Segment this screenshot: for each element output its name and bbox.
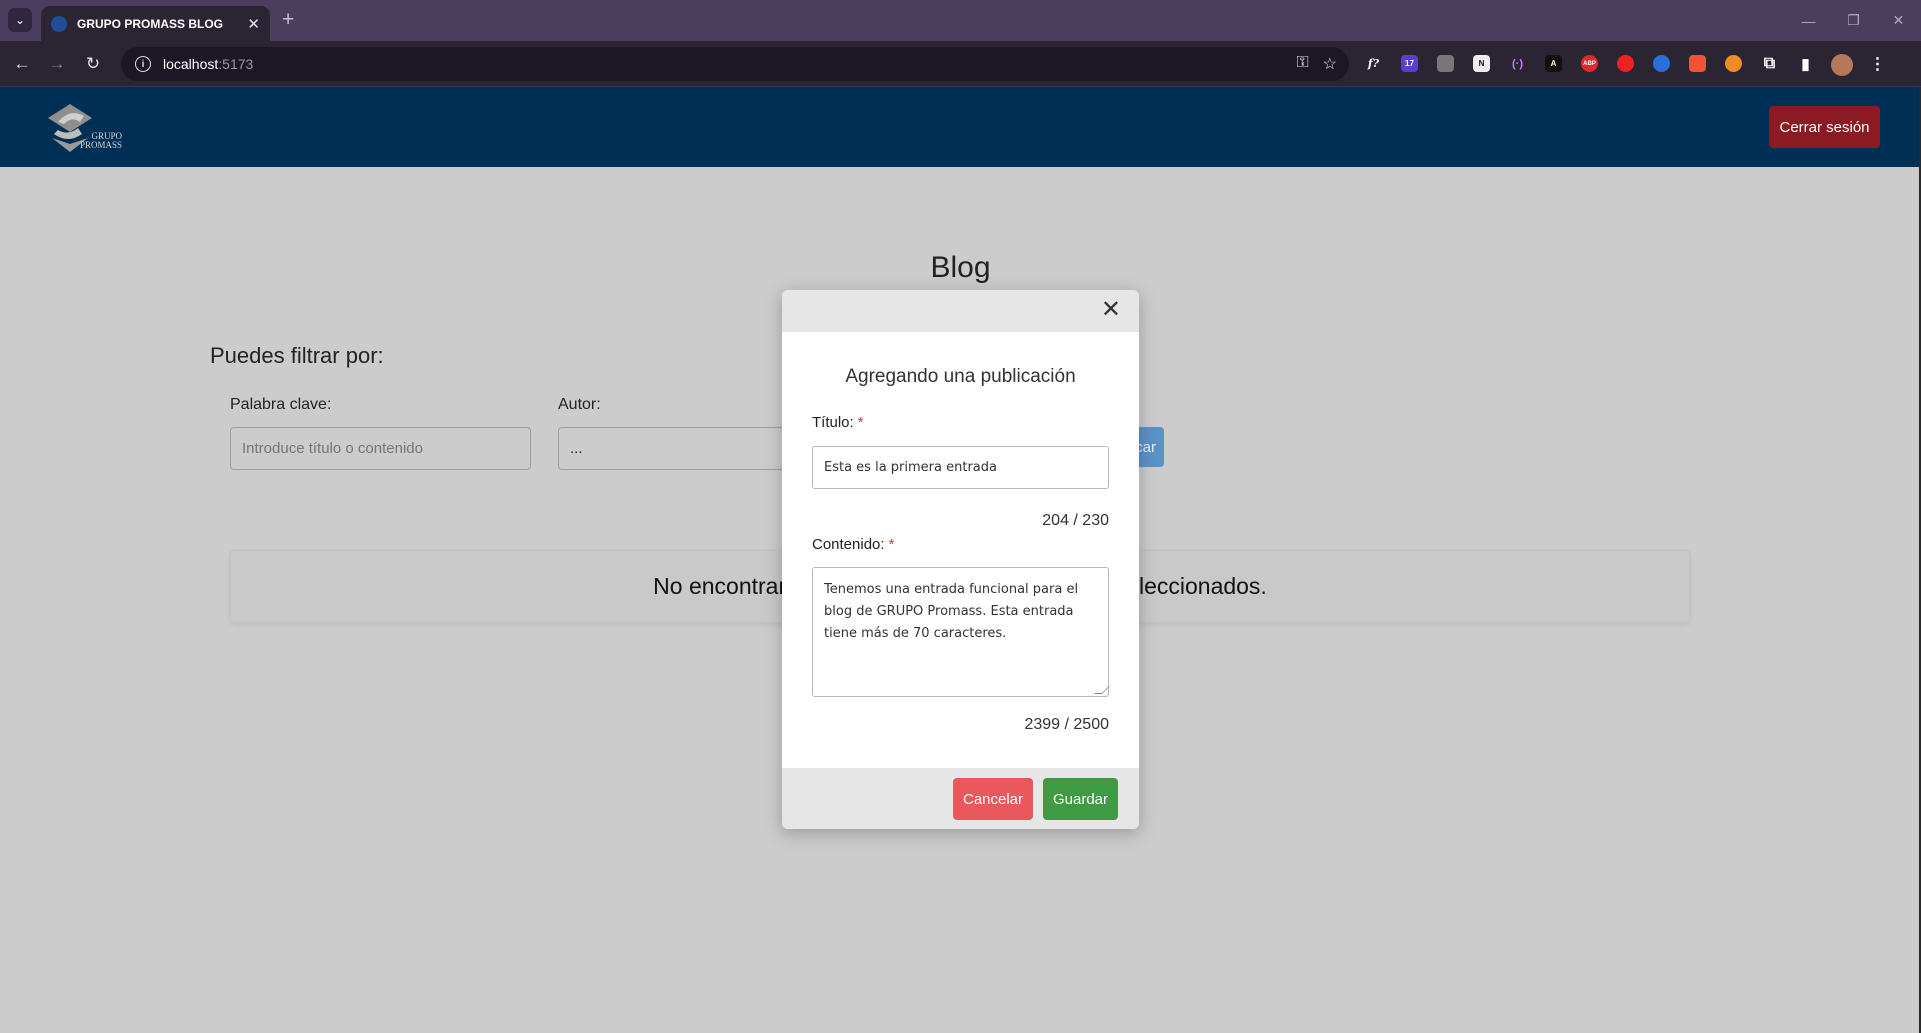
keyword-label: Palabra clave:: [230, 396, 332, 413]
modal-close-icon[interactable]: ✕: [1101, 298, 1121, 322]
forward-icon[interactable]: →: [44, 51, 70, 77]
tab-close-icon[interactable]: ✕: [247, 15, 260, 33]
reload-icon[interactable]: ↻: [80, 51, 106, 77]
cancel-button[interactable]: Cancelar: [953, 778, 1033, 820]
window-close-icon[interactable]: ✕: [1876, 0, 1921, 41]
post-content-value: Tenemos una entrada funcional para el bl…: [824, 582, 1079, 641]
address-bar[interactable]: i localhost:5173 ⚿ ☆: [121, 47, 1349, 81]
extension-rocket-icon[interactable]: [1684, 50, 1711, 77]
add-post-modal: ✕ Agregando una publicación Título: * Est…: [782, 290, 1139, 829]
resize-handle-icon[interactable]: [1094, 686, 1110, 694]
modal-title: Agregando una publicación: [845, 366, 1076, 387]
keyword-input[interactable]: [230, 427, 531, 470]
page-title: Blog: [930, 251, 991, 284]
extensions-puzzle-icon[interactable]: ⧉: [1756, 50, 1783, 77]
title-field-label: Título: *: [812, 414, 864, 431]
author-select-value: ...: [570, 440, 583, 457]
title-label-text: Título:: [812, 414, 854, 431]
author-select[interactable]: ...: [558, 427, 798, 470]
browser-menu-icon[interactable]: ⋮: [1864, 50, 1891, 77]
site-info-icon[interactable]: i: [135, 56, 151, 72]
logout-button[interactable]: Cerrar sesión: [1769, 106, 1880, 148]
logo-line-2: PROMASS: [80, 140, 123, 150]
modal-header: ✕: [782, 290, 1139, 332]
post-content-textarea[interactable]: Tenemos una entrada funcional para el bl…: [812, 567, 1110, 697]
minimize-icon[interactable]: —: [1786, 0, 1831, 41]
required-marker: *: [888, 536, 895, 553]
tab-search-icon[interactable]: ⌄: [8, 8, 32, 32]
browser-tab[interactable]: GRUPO PROMASS BLOG ✕: [41, 6, 270, 41]
extension-angular-icon[interactable]: A: [1540, 50, 1567, 77]
extension-stop-icon[interactable]: [1612, 50, 1639, 77]
save-button[interactable]: Guardar: [1043, 778, 1118, 820]
extension-brackets-icon[interactable]: (·): [1504, 50, 1531, 77]
extension-pen-icon[interactable]: [1432, 50, 1459, 77]
app-header: [0, 87, 1921, 167]
extension-formula-icon[interactable]: f?: [1360, 50, 1387, 77]
key-icon[interactable]: ⚿: [1296, 54, 1308, 74]
restore-icon[interactable]: ❐: [1831, 0, 1876, 41]
side-panel-icon[interactable]: ▮: [1792, 50, 1819, 77]
post-title-input[interactable]: Esta es la primera entrada: [812, 446, 1109, 489]
browser-tabstrip: ⌄ GRUPO PROMASS BLOG ✕ + — ❐ ✕: [0, 0, 1921, 41]
profile-avatar[interactable]: [1828, 50, 1855, 77]
post-title-value: Esta es la primera entrada: [824, 460, 997, 475]
extension-adblock-icon[interactable]: ABP: [1576, 50, 1603, 77]
extension-person-icon[interactable]: [1720, 50, 1747, 77]
logo-text: GRUPO PROMASS: [80, 132, 122, 150]
tab-title: GRUPO PROMASS BLOG: [77, 16, 224, 31]
favicon-icon: [51, 15, 67, 32]
back-icon[interactable]: ←: [9, 51, 35, 77]
content-field-label: Contenido: *: [812, 536, 894, 553]
url-host: localhost: [163, 56, 219, 72]
bookmark-star-icon[interactable]: ☆: [1323, 54, 1337, 74]
extension-badge: 17: [1401, 55, 1418, 72]
filter-heading: Puedes filtrar por:: [210, 343, 384, 368]
browser-toolbar: ← → ↻ i localhost:5173 ⚿ ☆ f? 17 N (·) A…: [0, 41, 1921, 87]
author-label: Autor:: [558, 396, 601, 413]
content-label-text: Contenido:: [812, 536, 885, 553]
extension-notion-icon[interactable]: N: [1468, 50, 1495, 77]
extension-shield-icon[interactable]: [1648, 50, 1675, 77]
extension-angular-label: A: [1545, 55, 1562, 72]
extension-adblock-label: ABP: [1581, 55, 1598, 72]
extensions-bar: f? 17 N (·) A ABP ⧉ ▮ ⋮: [1360, 50, 1891, 77]
window-controls: — ❐ ✕: [1786, 0, 1921, 41]
content-char-counter: 2399 / 2500: [1024, 716, 1109, 733]
extension-notion-label: N: [1473, 55, 1490, 72]
extension-calendar-icon[interactable]: 17: [1396, 50, 1423, 77]
new-tab-icon[interactable]: +: [282, 8, 294, 32]
title-char-counter: 204 / 230: [1042, 512, 1109, 529]
required-marker: *: [857, 414, 864, 431]
url-port: :5173: [218, 56, 254, 72]
